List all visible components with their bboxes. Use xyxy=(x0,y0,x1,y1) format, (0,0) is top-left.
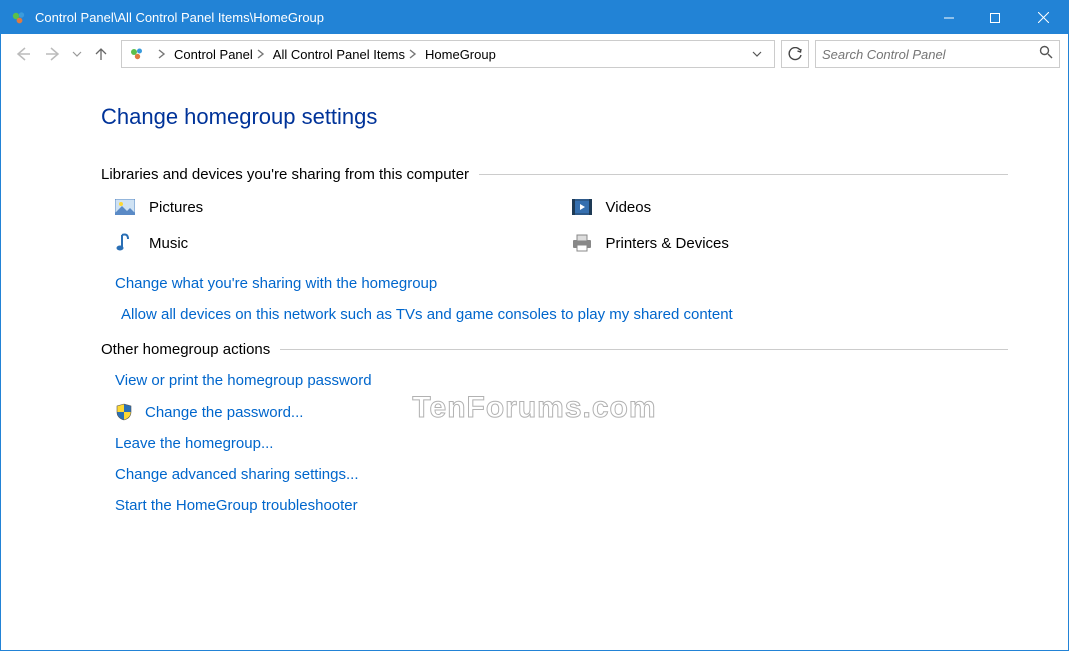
breadcrumb-label: Control Panel xyxy=(174,47,253,62)
share-label: Pictures xyxy=(149,199,203,216)
sharing-links: Change what you're sharing with the home… xyxy=(101,275,1008,323)
section-sharing: Libraries and devices you're sharing fro… xyxy=(101,166,1008,183)
control-panel-window: Control Panel\All Control Panel Items\Ho… xyxy=(0,0,1069,651)
address-bar[interactable]: Control Panel All Control Panel Items Ho… xyxy=(121,40,775,68)
chevron-right-icon xyxy=(154,41,170,67)
videos-icon xyxy=(572,197,592,217)
actions-links: View or print the homegroup password Cha… xyxy=(101,372,1008,514)
breadcrumb-item[interactable]: Control Panel xyxy=(172,41,271,67)
breadcrumb-sep[interactable] xyxy=(152,41,172,67)
recent-dropdown[interactable] xyxy=(69,40,85,68)
shield-icon xyxy=(115,403,133,421)
minimize-button[interactable] xyxy=(926,1,972,34)
share-label: Music xyxy=(149,235,188,252)
share-grid: Pictures Videos Music Printers & Devices xyxy=(101,197,1008,253)
maximize-button[interactable] xyxy=(972,1,1018,34)
pictures-icon xyxy=(115,197,135,217)
share-printers: Printers & Devices xyxy=(572,233,1009,253)
section-label: Other homegroup actions xyxy=(101,341,280,358)
share-videos: Videos xyxy=(572,197,1009,217)
titlebar: Control Panel\All Control Panel Items\Ho… xyxy=(1,1,1068,34)
link-troubleshooter[interactable]: Start the HomeGroup troubleshooter xyxy=(101,497,1008,514)
section-label: Libraries and devices you're sharing fro… xyxy=(101,166,479,183)
breadcrumb-label: HomeGroup xyxy=(425,47,496,62)
music-icon xyxy=(115,233,135,253)
share-music: Music xyxy=(115,233,552,253)
toolbar: Control Panel All Control Panel Items Ho… xyxy=(1,34,1068,74)
control-panel-icon xyxy=(11,10,27,26)
search-input[interactable] xyxy=(822,47,1039,62)
breadcrumb-item[interactable]: HomeGroup xyxy=(423,41,498,67)
window-title: Control Panel\All Control Panel Items\Ho… xyxy=(35,10,324,25)
search-box[interactable] xyxy=(815,40,1060,68)
forward-button[interactable] xyxy=(39,40,67,68)
back-button[interactable] xyxy=(9,40,37,68)
link-view-password[interactable]: View or print the homegroup password xyxy=(101,372,1008,389)
control-panel-icon xyxy=(128,45,146,63)
chevron-right-icon xyxy=(253,41,269,67)
link-change-sharing[interactable]: Change what you're sharing with the home… xyxy=(101,275,1008,292)
link-allow-devices[interactable]: Allow all devices on this network such a… xyxy=(101,306,1008,323)
link-leave-homegroup[interactable]: Leave the homegroup... xyxy=(101,435,1008,452)
share-pictures: Pictures xyxy=(115,197,552,217)
breadcrumb-label: All Control Panel Items xyxy=(273,47,405,62)
close-button[interactable] xyxy=(1018,1,1068,34)
content-pane: Change homegroup settings Libraries and … xyxy=(1,74,1068,650)
refresh-button[interactable] xyxy=(781,40,809,68)
up-button[interactable] xyxy=(87,40,115,68)
page-title: Change homegroup settings xyxy=(101,104,1008,130)
divider xyxy=(479,174,1008,175)
breadcrumb-item[interactable]: All Control Panel Items xyxy=(271,41,423,67)
search-icon[interactable] xyxy=(1039,45,1053,63)
share-label: Videos xyxy=(606,199,652,216)
share-label: Printers & Devices xyxy=(606,235,729,252)
section-actions: Other homegroup actions xyxy=(101,341,1008,358)
address-dropdown[interactable] xyxy=(752,49,768,59)
divider xyxy=(280,349,1008,350)
link-change-password[interactable]: Change the password... xyxy=(145,404,303,421)
chevron-right-icon xyxy=(405,41,421,67)
printers-icon xyxy=(572,233,592,253)
link-advanced-sharing[interactable]: Change advanced sharing settings... xyxy=(101,466,1008,483)
link-change-password-row[interactable]: Change the password... xyxy=(101,403,1008,421)
